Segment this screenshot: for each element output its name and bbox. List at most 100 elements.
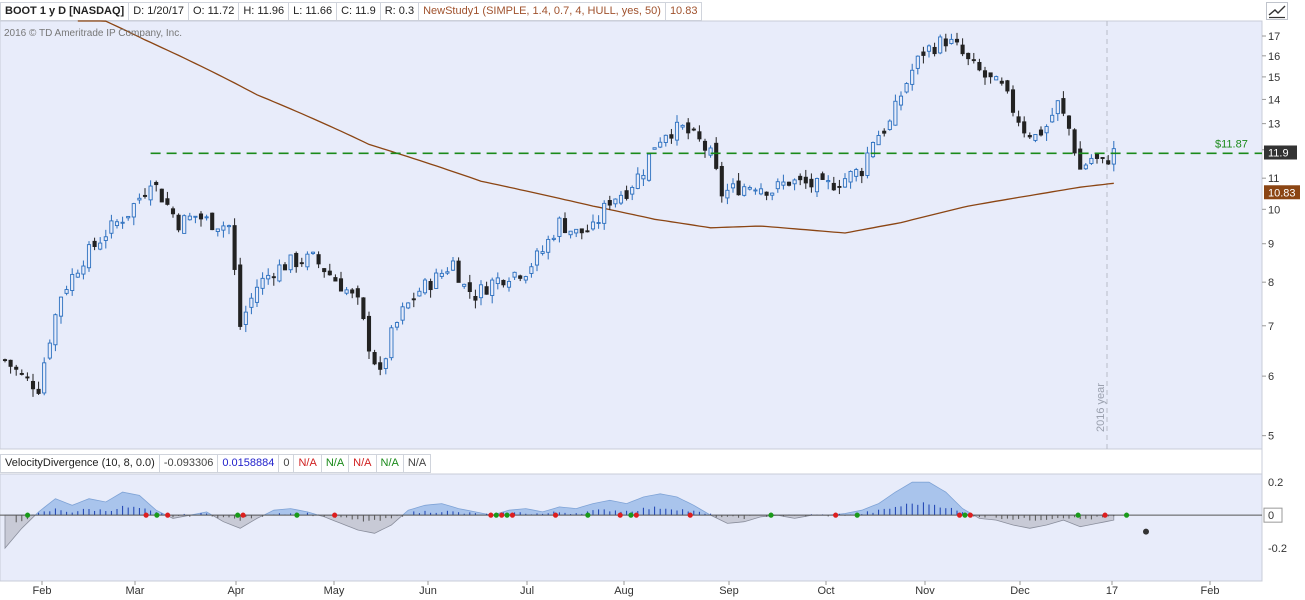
candle-body bbox=[814, 178, 820, 193]
candle-body bbox=[1027, 134, 1032, 138]
candle-body bbox=[361, 297, 366, 320]
candle-body bbox=[75, 272, 80, 278]
x-tick-label: Aug bbox=[614, 585, 634, 597]
candle-body bbox=[81, 265, 86, 275]
candle-body bbox=[294, 252, 299, 268]
indicator-value-5: N/A bbox=[321, 453, 350, 473]
candle-body bbox=[518, 275, 523, 279]
candle-body bbox=[831, 182, 836, 191]
candle-body bbox=[422, 279, 428, 294]
candle-body bbox=[327, 270, 332, 276]
sell-signal-dot bbox=[499, 512, 505, 518]
indicator-value-1: -0.093306 bbox=[159, 453, 219, 473]
y-tick-label: 5 bbox=[1268, 431, 1274, 443]
candle-body bbox=[714, 142, 719, 169]
candle-body bbox=[982, 70, 988, 78]
candle-body bbox=[837, 186, 842, 188]
candle-body bbox=[999, 80, 1004, 84]
candle-body bbox=[495, 277, 500, 285]
candle-body bbox=[25, 376, 30, 379]
indicator-value-3: 0 bbox=[279, 453, 295, 473]
candle-body bbox=[809, 178, 814, 188]
price-panel[interactable] bbox=[0, 20, 1263, 450]
chart-canvas: 2016 year 1716151413121110987650.20-0.2 … bbox=[0, 20, 1300, 597]
y-tick-label: 9 bbox=[1268, 239, 1274, 251]
candle-body bbox=[478, 284, 484, 299]
candle-body bbox=[1033, 134, 1038, 141]
x-tick-label: Nov bbox=[915, 585, 935, 597]
y-tick-label: 13 bbox=[1268, 119, 1280, 131]
candle-body bbox=[249, 297, 254, 308]
candle-body bbox=[742, 186, 747, 196]
candle-body bbox=[562, 218, 568, 234]
candle-body bbox=[646, 153, 652, 181]
candle-body bbox=[1050, 114, 1055, 123]
y-tick-label: 7 bbox=[1268, 321, 1274, 333]
candle-body bbox=[859, 170, 864, 177]
buy-signal-dot bbox=[628, 512, 634, 518]
indicator-header: VelocityDivergence (10, 8, 0.0) -0.09330… bbox=[0, 453, 432, 473]
indicator-y-tick: 0 bbox=[1268, 510, 1274, 522]
y-tick-label: 16 bbox=[1268, 51, 1280, 63]
candle-body bbox=[47, 342, 52, 359]
sell-signal-dot bbox=[633, 512, 639, 518]
x-tick-label: Feb bbox=[33, 585, 52, 597]
candle-body bbox=[915, 55, 920, 69]
copyright-text: 2016 © TD Ameritrade IP Company, Inc. bbox=[4, 28, 183, 39]
candle-body bbox=[372, 352, 377, 365]
candle-body bbox=[898, 95, 904, 106]
candle-body bbox=[439, 272, 444, 277]
candle-body bbox=[126, 215, 131, 219]
candle-body bbox=[406, 302, 411, 309]
candle-body bbox=[36, 388, 41, 394]
candle-body bbox=[501, 279, 506, 286]
candle-body bbox=[904, 83, 909, 93]
buy-signal-dot bbox=[962, 512, 968, 518]
candle-body bbox=[14, 366, 19, 370]
candle-body bbox=[473, 296, 478, 301]
candle-body bbox=[226, 225, 232, 228]
indicator-panel[interactable] bbox=[0, 473, 1263, 582]
candle-body bbox=[58, 296, 64, 317]
candle-body bbox=[288, 254, 293, 271]
candle-body bbox=[926, 45, 932, 52]
candle-body bbox=[316, 254, 321, 265]
candle-body bbox=[590, 221, 596, 230]
candle-body bbox=[747, 187, 752, 190]
candle-body bbox=[770, 192, 775, 196]
indicator-value-8: N/A bbox=[403, 453, 432, 473]
candle-body bbox=[428, 281, 433, 291]
candle-body bbox=[114, 221, 120, 227]
sell-signal-dot bbox=[332, 512, 338, 518]
candle-body bbox=[803, 176, 808, 184]
candle-body bbox=[1055, 100, 1060, 115]
candle-body bbox=[691, 128, 696, 131]
candle-body bbox=[618, 194, 624, 204]
candle-body bbox=[792, 179, 797, 185]
candle-body bbox=[1005, 80, 1010, 92]
candle-body bbox=[238, 264, 243, 327]
indicator-name[interactable]: VelocityDivergence (10, 8, 0.0) bbox=[0, 453, 160, 473]
buy-signal-dot bbox=[1075, 512, 1081, 518]
y-tick-label: 14 bbox=[1268, 94, 1280, 106]
sell-signal-dot bbox=[552, 512, 559, 518]
candle-body bbox=[786, 181, 792, 186]
candle-body bbox=[456, 260, 461, 283]
candle-body bbox=[2, 359, 8, 362]
candle-body bbox=[1066, 115, 1072, 129]
candle-body bbox=[506, 280, 512, 288]
candle-body bbox=[484, 286, 489, 295]
candle-body bbox=[394, 322, 400, 328]
candle-body bbox=[781, 181, 786, 186]
x-tick-label: May bbox=[324, 585, 345, 597]
candle-body bbox=[876, 135, 881, 146]
indicator-y-tick: 0.2 bbox=[1268, 477, 1283, 489]
candle-body bbox=[579, 228, 584, 234]
candle-body bbox=[215, 228, 220, 232]
candle-body bbox=[546, 238, 551, 253]
buy-signal-dot bbox=[294, 512, 300, 518]
candle-body bbox=[842, 178, 848, 188]
candle-body bbox=[658, 141, 663, 148]
candle-body bbox=[764, 191, 769, 196]
y-tick-label: 6 bbox=[1268, 371, 1274, 383]
